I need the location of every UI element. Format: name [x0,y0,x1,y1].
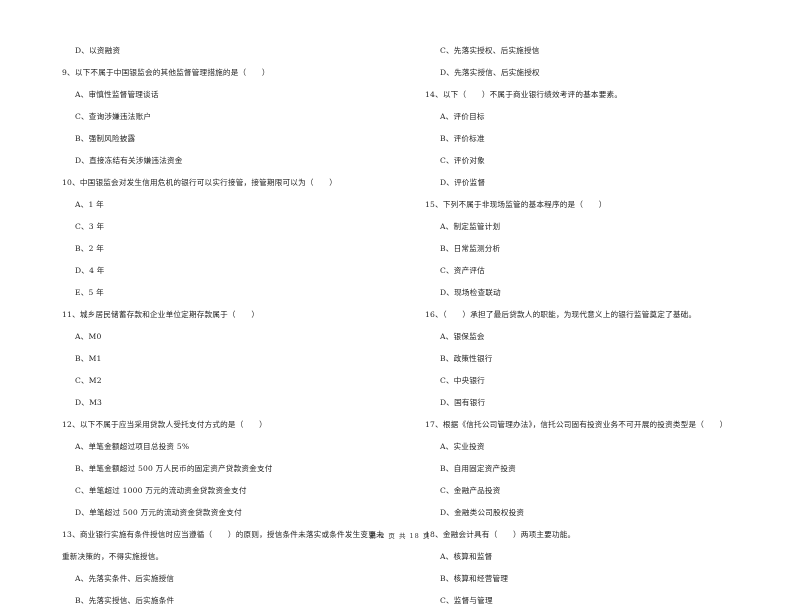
question-text: 10、中国银监会对发生信用危机的银行可以实行接管，接管期限可以为（ ） [62,178,338,187]
answer-option: A、制定监管计划 [440,222,501,231]
answer-option: C、先落实授权、后实施授信 [440,46,540,55]
answer-option: D、国有银行 [440,398,486,407]
answer-option: D、评价监督 [440,178,486,187]
answer-option: A、银保监会 [440,332,485,341]
answer-option: D、现场检查联动 [440,288,501,297]
answer-option: B、评价标准 [440,134,485,143]
question-text: 11、城乡居民储蓄存款和企业单位定期存款属于（ ） [62,310,260,319]
answer-option: B、日常监测分析 [440,244,501,253]
answer-option: C、中央银行 [440,376,485,385]
answer-option: A、审慎性监督管理谈话 [75,90,159,99]
left-column: D、以资融资 9、以下不属于中国银监会的其他监督管理措施的是（ ） A、审慎性监督管… [62,40,422,612]
answer-option: A、单笔金额超过项目总投资 5% [75,442,190,451]
answer-option: B、核算和经营管理 [440,574,509,583]
answer-option: B、单笔金额超过 500 万人民币的固定资产贷款资金支付 [75,464,273,473]
answer-option: D、金融类公司股权投资 [440,508,525,517]
answer-option: A、1 年 [75,200,104,209]
question-text: 15、下列不属于非现场监管的基本程序的是（ ） [425,200,607,209]
answer-option: A、M0 [75,332,102,341]
answer-option: D、以资融资 [75,46,121,55]
question-text: 14、以下（ ）不属于商业银行绩效考评的基本要素。 [425,90,623,99]
answer-option: C、M2 [75,376,102,385]
answer-option: D、4 年 [75,266,105,275]
answer-option: A、先落实条件、后实施授信 [75,574,175,583]
question-text: 16、（ ）承担了最后贷款人的职能，为现代意义上的银行监管奠定了基础。 [425,310,697,319]
answer-option: E、5 年 [75,288,104,297]
answer-option: D、单笔超过 500 万元的流动资金贷款资金支付 [75,508,242,517]
answer-option: B、先落实授信、后实施条件 [75,596,175,605]
answer-option: B、自用固定资产投资 [440,464,516,473]
question-text: 9、以下不属于中国银监会的其他监督管理措施的是（ ） [62,68,270,77]
answer-option: C、监督与管理 [440,596,493,605]
question-text: 12、以下不属于应当采用贷款人受托支付方式的是（ ） [62,420,267,429]
answer-option: B、强制风险披露 [75,134,136,143]
answer-option: C、单笔超过 1000 万元的流动资金贷款资金支付 [75,486,247,495]
answer-option: D、先落实授信、后实施授权 [440,68,540,77]
answer-option: C、评价对象 [440,156,485,165]
answer-option: A、评价目标 [440,112,485,121]
right-column: C、先落实授权、后实施授信 D、先落实授信、后实施授权 14、以下（ ）不属于商业银… [425,40,785,612]
answer-option: C、3 年 [75,222,105,231]
page-footer: 第 2 页 共 18 页 [369,532,431,540]
answer-option: B、M1 [75,354,102,363]
answer-option: B、2 年 [75,244,105,253]
answer-option: C、查询涉嫌违法账户 [75,112,152,121]
answer-option: B、政策性银行 [440,354,493,363]
question-text: 17、根据《信托公司管理办法》，信托公司固有投资业务不可开展的投资类型是（ ） [425,420,728,429]
answer-option: D、M3 [75,398,103,407]
answer-option: C、资产评估 [440,266,485,275]
answer-option: D、直接冻结有关涉嫌违法资金 [75,156,183,165]
answer-option: C、金融产品投资 [440,486,501,495]
answer-option: A、实业投资 [440,442,485,451]
